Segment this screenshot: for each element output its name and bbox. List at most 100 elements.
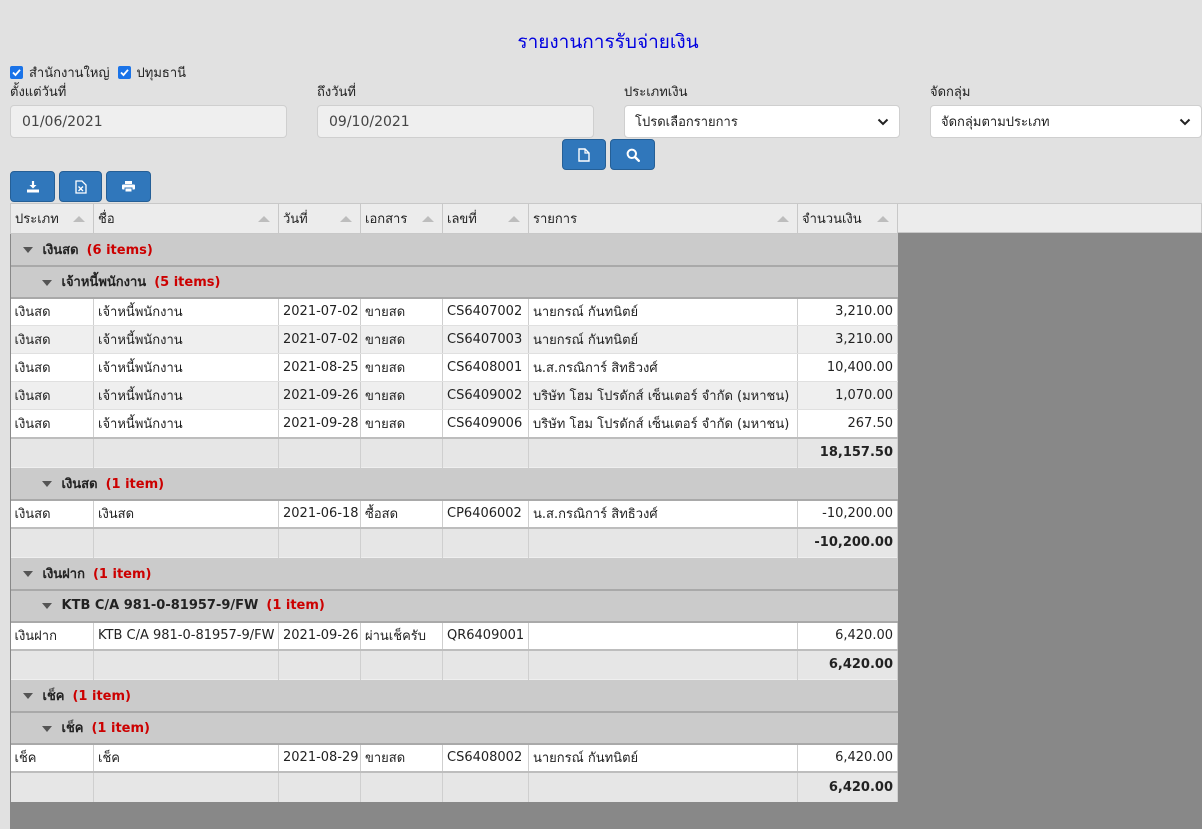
group-item-count: (1 item) [266,598,325,613]
table-cell: เงินสด [93,499,279,528]
table-cell: เงินสด [10,381,94,410]
table-row[interactable]: เงินสด เจ้าหนี้พนักงาน 2021-07-02 ขายสด CS64… [10,297,898,326]
group-header-row[interactable]: เงินสด (6 items) [10,233,898,267]
subtotal-empty-cell [528,526,798,558]
group-header-cell: KTB C/A 981-0-81957-9/FW (1 item) [10,589,898,623]
table-cell: เจ้าหนี้พนักงาน [93,409,279,438]
table-row[interactable]: เงินฝาก KTB C/A 981-0-81957-9/FW 2021-09-2… [10,621,898,650]
subtotal-empty-cell [278,436,361,468]
table-cell: น.ส.กรณิการ์ สิทธิวงศ์ [528,353,798,382]
table-cell: เจ้าหนี้พนักงาน [93,381,279,410]
chevron-down-icon [877,118,889,125]
collapse-triangle-icon[interactable] [22,571,33,578]
table-cell: 2021-08-25 [278,353,361,382]
table-cell: CS6408001 [442,353,529,382]
checkbox-checked-icon[interactable] [10,66,23,79]
collapse-triangle-icon[interactable] [41,481,52,488]
collapse-triangle-icon[interactable] [41,279,52,286]
col-date[interactable]: วันที่ [278,203,361,234]
print-button[interactable] [106,171,151,202]
group-header-row[interactable]: เจ้าหนี้พนักงาน (5 items) [10,265,898,299]
header-row: ประเภท ชื่อ วันที่ เอกสาร เลขที่ รายการ … [10,203,898,234]
col-amount[interactable]: จำนวนเงิน [797,203,898,234]
header-filler [897,203,1202,233]
subtotal-empty-cell [528,436,798,468]
group-header-cell: เช็ค (1 item) [10,711,898,745]
col-name[interactable]: ชื่อ [93,203,279,234]
subtotal-row: 6,420.00 [10,648,898,680]
group-header-row[interactable]: เงินฝาก (1 item) [10,557,898,591]
download-button[interactable] [10,171,55,202]
new-report-button[interactable] [562,139,606,170]
collapse-triangle-icon[interactable] [41,725,52,732]
table-row[interactable]: เงินสด เจ้าหนี้พนักงาน 2021-09-26 ขายสด CS64… [10,381,898,410]
table-cell: CS6407002 [442,297,529,326]
table-cell: เงินฝาก [10,621,94,650]
table-cell: 3,210.00 [797,297,898,326]
collapse-triangle-icon[interactable] [41,602,52,609]
collapse-triangle-icon[interactable] [22,693,33,700]
excel-export-icon [74,179,87,194]
checkbox-checked-icon[interactable] [117,66,131,79]
column-header: เลขที่ [447,212,477,227]
group-header-row[interactable]: เงินสด (1 item) [10,467,898,501]
group-name: เช็ค [42,688,65,704]
download-icon [26,181,39,193]
table-row[interactable]: เงินสด เจ้าหนี้พนักงาน 2021-07-02 ขายสด CS64… [10,325,898,354]
table-row[interactable]: เงินสด เจ้าหนี้พนักงาน 2021-08-25 ขายสด CS64… [10,353,898,382]
subtotal-empty-cell [10,770,94,802]
group-item-count: (6 items) [86,242,153,258]
subtotal-empty-cell [360,770,443,802]
group-header-row[interactable]: KTB C/A 981-0-81957-9/FW (1 item) [10,589,898,623]
subtotal-empty-cell [278,648,361,680]
col-description[interactable]: รายการ [528,203,798,234]
subtotal-empty-cell [360,436,443,468]
table-cell: 2021-07-02 [278,325,361,354]
table-cell: 6,420.00 [797,743,898,772]
group-header-cell: เงินสด (1 item) [10,467,898,501]
table-cell: ขายสด [360,381,443,410]
table-row[interactable]: เงินสด เงินสด 2021-06-18 ซื้อสด CP6406002 น.ส… [10,499,898,528]
group-item-count: (1 item) [72,688,131,704]
branch-checkbox-head-office[interactable]: สำนักงานใหญ่ [10,62,110,83]
table-row[interactable]: เช็ค เช็ค 2021-08-29 ขายสด CS6408002 นายกรณ์ … [10,743,898,772]
table-cell: เงินสด [10,409,94,438]
page-title: รายงานการรับจ่ายเงิน [517,31,699,53]
table-cell: 6,420.00 [797,621,898,650]
table-cell: 2021-09-26 [278,381,361,410]
sort-ascending-icon [777,216,789,222]
branch-label: ปทุมธานี [136,66,187,81]
search-button[interactable] [610,139,655,170]
group-item-count: (1 item) [92,566,152,582]
report-table: ประเภท ชื่อ วันที่ เอกสาร เลขที่ รายการ … [10,203,898,802]
subtotal-empty-cell [528,648,798,680]
sort-ascending-icon [73,216,85,222]
group-header-cell: เงินฝาก (1 item) [10,557,898,591]
money-type-value: โปรดเลือกรายการ [635,115,738,130]
table-cell: CP6406002 [442,499,529,528]
group-header-row[interactable]: เช็ค (1 item) [10,711,898,745]
col-number[interactable]: เลขที่ [442,203,529,234]
table-cell: 1,070.00 [797,381,898,410]
money-type-select[interactable]: โปรดเลือกรายการ [624,105,900,138]
subtotal-empty-cell [93,526,279,558]
subtotal-row: 6,420.00 [10,770,898,802]
table-row[interactable]: เงินสด เจ้าหนี้พนักงาน 2021-09-28 ขายสด CS64… [10,409,898,438]
table-cell: 2021-06-18 [278,499,361,528]
to-date-input[interactable]: 09/10/2021 [317,105,594,138]
collapse-triangle-icon[interactable] [22,247,33,254]
sort-ascending-icon [508,216,520,222]
table-cell: CS6407003 [442,325,529,354]
subtotal-empty-cell [278,770,361,802]
col-type[interactable]: ประเภท [10,203,94,234]
from-date-input[interactable]: 01/06/2021 [10,105,287,138]
table-cell: ขายสด [360,743,443,772]
new-document-icon [578,147,590,162]
table-cell: เจ้าหนี้พนักงาน [93,325,279,354]
col-document[interactable]: เอกสาร [360,203,443,234]
group-by-select[interactable]: จัดกลุ่มตามประเภท [930,105,1202,138]
export-excel-button[interactable] [59,171,102,202]
group-header-row[interactable]: เช็ค (1 item) [10,679,898,713]
branch-checkbox-pathum-thani[interactable]: ปทุมธานี [117,62,187,83]
subtotal-empty-cell [93,770,279,802]
